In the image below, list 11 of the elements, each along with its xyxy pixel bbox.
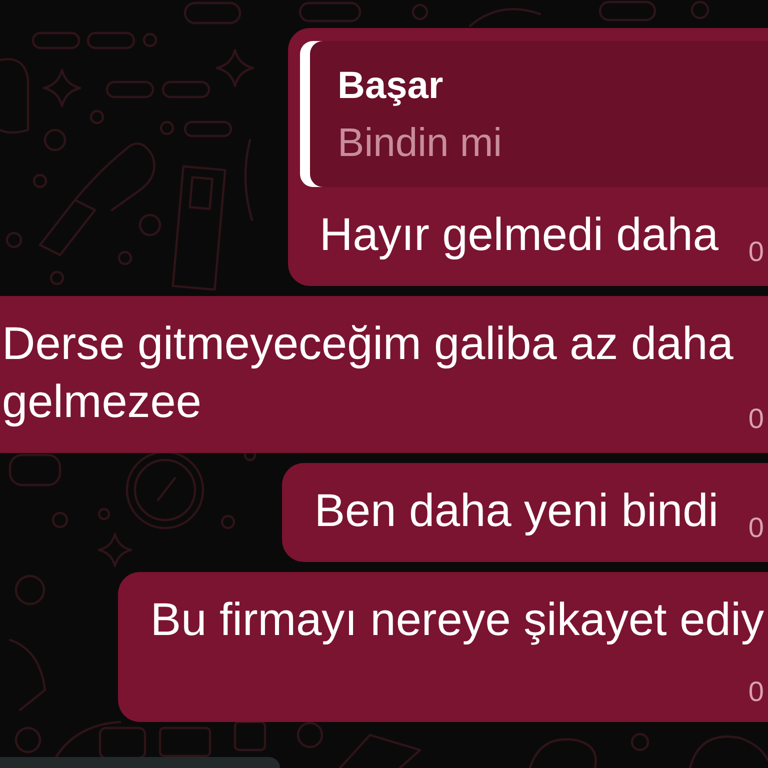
message-text: Hayır gelmedi daha xyxy=(320,207,718,262)
message-time: 0 xyxy=(748,405,764,433)
message-time: 0 xyxy=(748,514,764,542)
quote-author: Başar xyxy=(338,64,444,109)
message-text: Derse gitmeyeceğim galiba az daha gelmezee xyxy=(2,316,734,429)
message-text: Ben daha yeni bindi xyxy=(314,483,718,538)
message-time: 0 xyxy=(748,238,764,266)
quote-text: Bindin mi xyxy=(338,120,502,167)
message-text: Bu firmayı nereye şikayet ediy xyxy=(150,592,764,647)
message-time: 0 xyxy=(748,678,764,706)
quoted-message[interactable]: Başar Bindin mi xyxy=(300,41,768,187)
